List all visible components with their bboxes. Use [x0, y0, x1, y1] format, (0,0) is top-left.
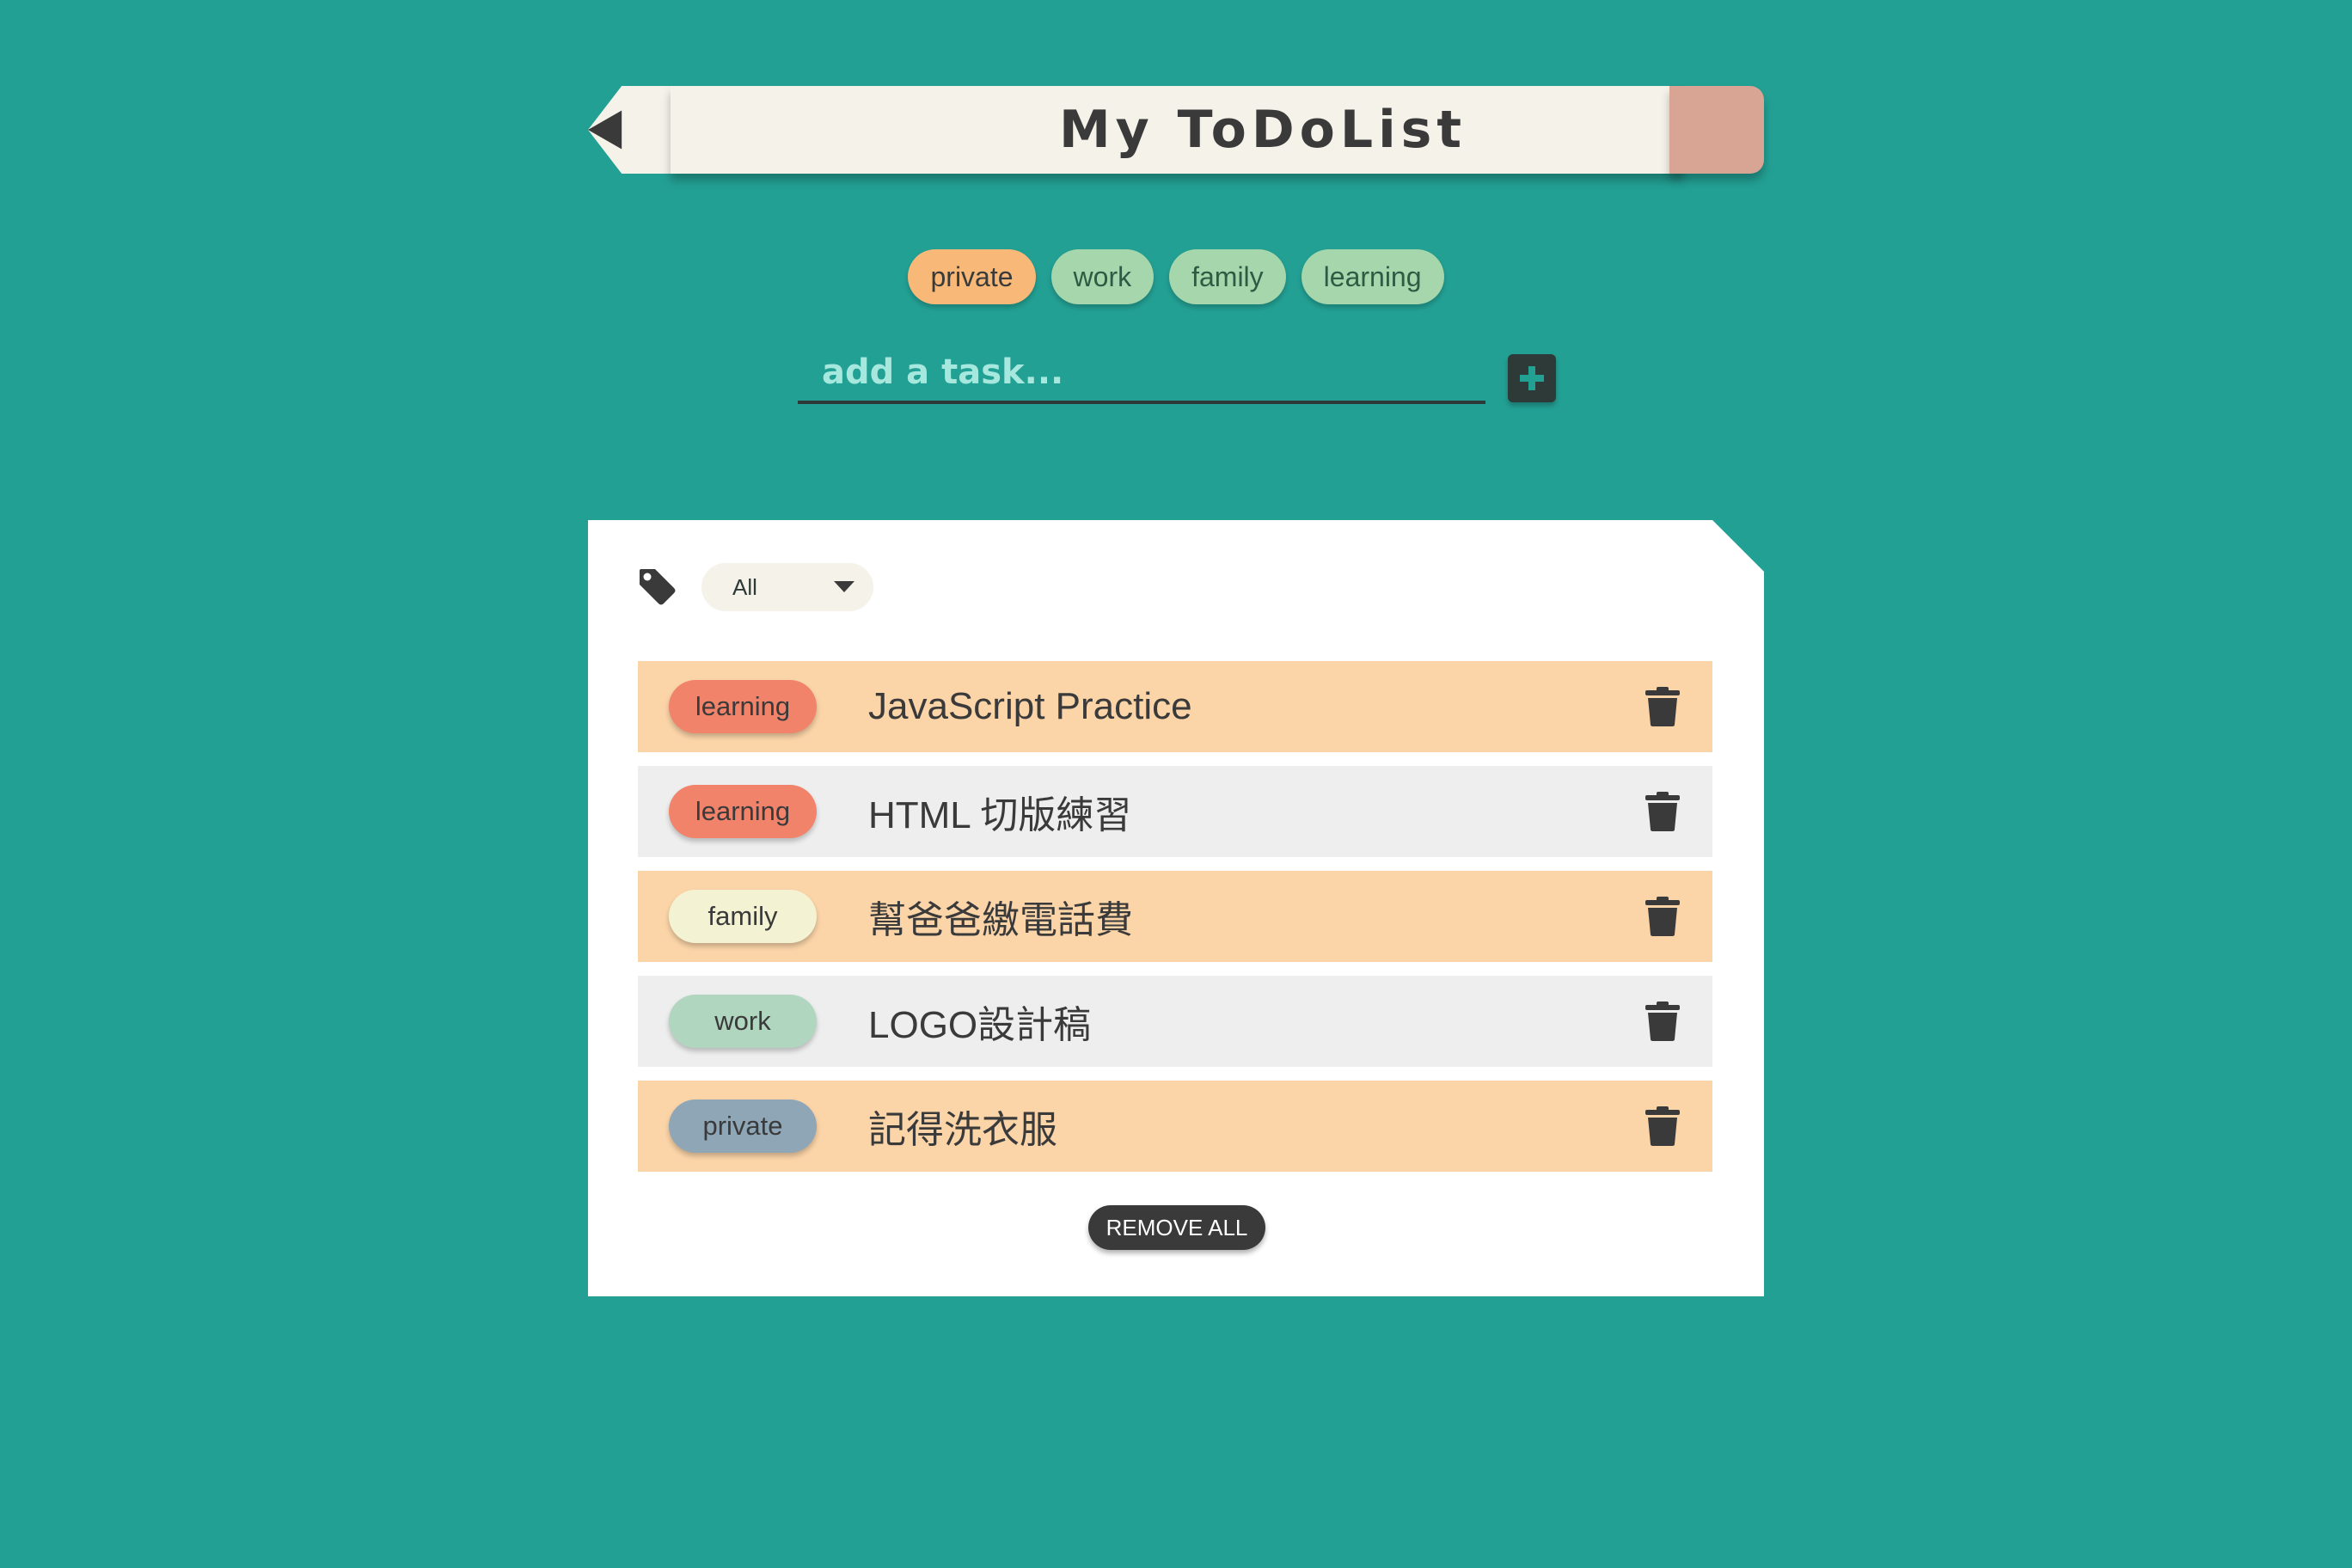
category-filter-select[interactable]: All: [701, 563, 873, 611]
task-row: learning JavaScript Practice: [638, 661, 1712, 752]
task-tag: private: [669, 1099, 817, 1153]
pencil-eraser: [1669, 86, 1764, 174]
remove-all-button[interactable]: REMOVE ALL: [1088, 1205, 1265, 1250]
category-chip-learning[interactable]: learning: [1301, 249, 1444, 304]
task-tag: family: [669, 890, 817, 943]
filter-selected-value: All: [732, 573, 757, 600]
task-row: family 幫爸爸繳電話費: [638, 871, 1712, 962]
trash-icon[interactable]: [1645, 792, 1680, 831]
add-task-button[interactable]: [1508, 354, 1556, 402]
trash-icon[interactable]: [1645, 1106, 1680, 1146]
task-row: learning HTML 切版練習: [638, 766, 1712, 857]
trash-icon[interactable]: [1645, 1001, 1680, 1041]
plus-icon: [1520, 366, 1544, 390]
task-text: JavaScript Practice: [868, 685, 1192, 727]
app-title: My ToDoList: [1058, 100, 1467, 160]
caret-down-icon: [834, 581, 854, 592]
filter-row: All: [638, 563, 873, 611]
add-task-input[interactable]: [798, 344, 1485, 404]
trash-icon[interactable]: [1645, 687, 1680, 726]
task-row: work LOGO設計稿: [638, 976, 1712, 1067]
category-chip-family[interactable]: family: [1169, 249, 1286, 304]
category-chips: private work family learning: [0, 249, 2352, 304]
task-tag: work: [669, 995, 817, 1048]
tag-icon: [640, 569, 676, 605]
task-tag: learning: [669, 785, 817, 838]
category-chip-work[interactable]: work: [1050, 249, 1155, 304]
task-text: 幫爸爸繳電話費: [868, 899, 1133, 941]
task-row: private 記得洗衣服: [638, 1081, 1712, 1172]
task-tag: learning: [669, 680, 817, 733]
add-task-row: [798, 344, 1556, 409]
pencil-header: My ToDoList: [588, 86, 1764, 174]
trash-icon[interactable]: [1645, 897, 1680, 936]
task-text: LOGO設計稿: [868, 1004, 1092, 1046]
task-card: All learning JavaScript Practice learnin…: [588, 520, 1764, 1296]
pencil-body: My ToDoList: [671, 86, 1683, 174]
task-text: 記得洗衣服: [868, 1109, 1057, 1151]
task-list: learning JavaScript Practice learning HT…: [638, 661, 1712, 1185]
category-chip-private[interactable]: private: [908, 249, 1036, 304]
task-text: HTML 切版練習: [868, 794, 1132, 836]
